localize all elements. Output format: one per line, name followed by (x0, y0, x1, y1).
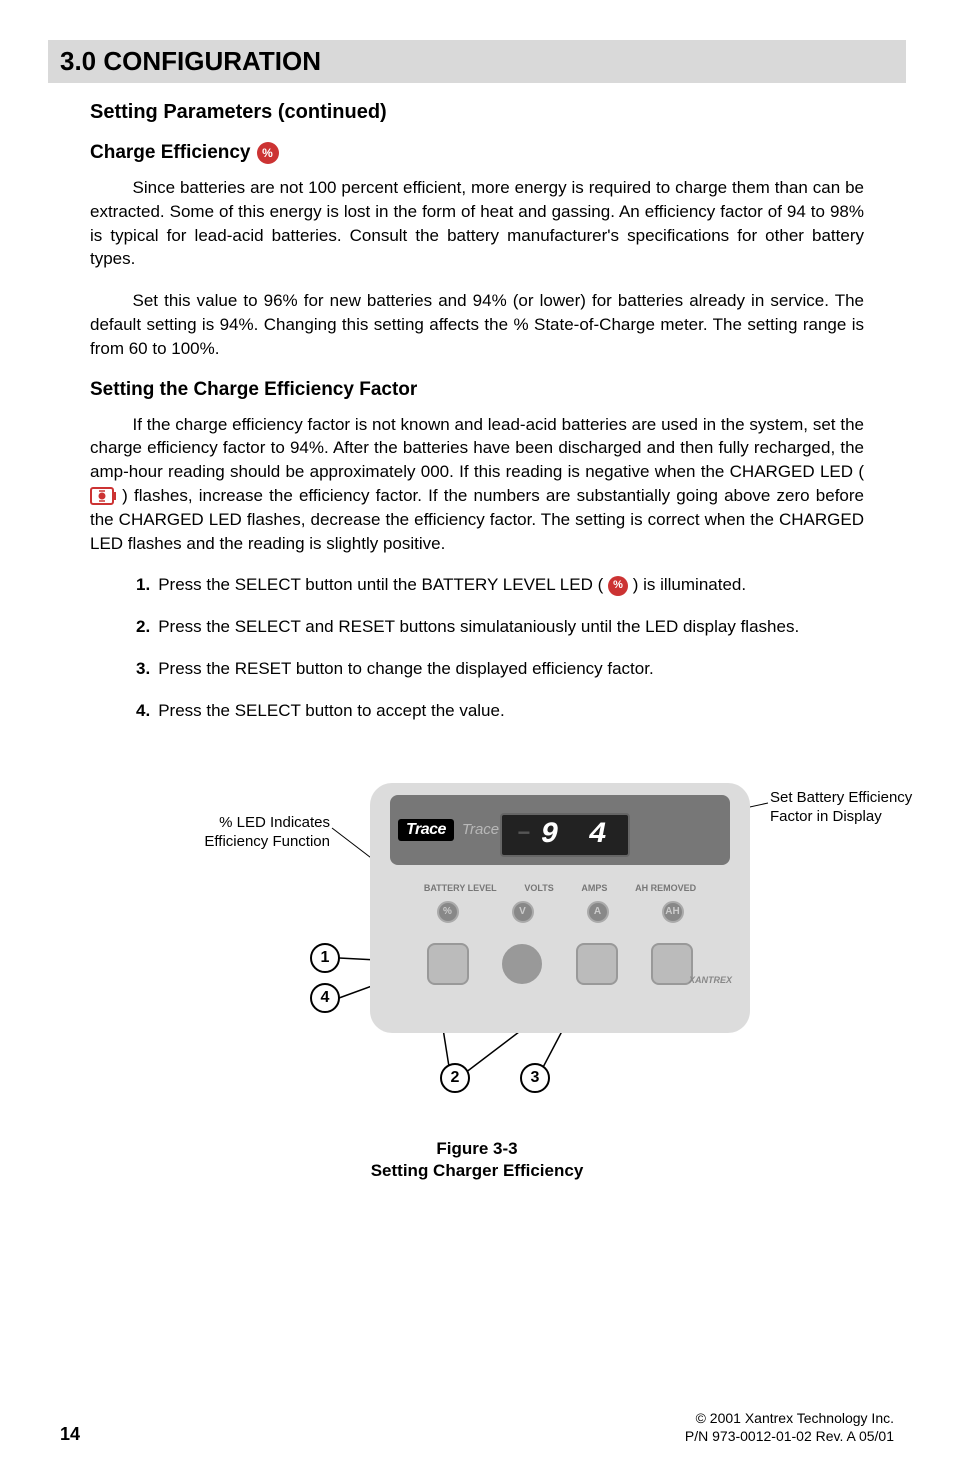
step-2: 2. Press the SELECT and RESET buttons si… (136, 615, 834, 639)
part-number-text: P/N 973-0012-01-02 Rev. A 05/01 (685, 1428, 894, 1444)
step-circle-3: 3 (520, 1063, 550, 1093)
callout-left-line2: Efficiency Function (204, 833, 330, 850)
select-button[interactable] (427, 943, 469, 985)
figure-caption-line1: Figure 3-3 (436, 1139, 517, 1158)
center-button[interactable] (502, 944, 542, 984)
step-number: 4. (136, 699, 150, 723)
step-2-text: Press the SELECT and RESET buttons simul… (158, 615, 799, 639)
lcd-display: 9 4 (500, 813, 630, 857)
callout-right-line2: Factor in Display (770, 808, 882, 825)
figure-3-3: % LED Indicates Efficiency Function Set … (90, 763, 864, 1183)
meter-labels-row: BATTERY LEVEL VOLTS AMPS AH REMOVED (410, 883, 710, 893)
step-4: 4. Press the SELECT button to accept the… (136, 699, 834, 723)
step-circle-1: 1 (310, 943, 340, 973)
subheading-charge-efficiency: Charge Efficiency % (90, 142, 864, 164)
reset-button[interactable] (576, 943, 618, 985)
led-ah-removed: AH (662, 901, 684, 923)
meter-leds-row: % V A AH (410, 901, 710, 923)
step-1-text-b: ) is illuminated. (633, 575, 746, 594)
page-number: 14 (60, 1424, 80, 1445)
step-number: 1. (136, 573, 150, 597)
step-1-text-a: Press the SELECT button until the BATTER… (158, 575, 603, 594)
paragraph-3b: ) flashes, increase the efficiency facto… (90, 486, 864, 553)
step-number: 2. (136, 615, 150, 639)
step-circle-4: 4 (310, 983, 340, 1013)
figure-caption: Figure 3-3 Setting Charger Efficiency (90, 1138, 864, 1182)
paragraph-2: Set this value to 96% for new batteries … (90, 289, 864, 360)
callout-right: Set Battery Efficiency Factor in Display (770, 788, 954, 827)
step-3: 3. Press the RESET button to change the … (136, 657, 834, 681)
step-3-text: Press the RESET button to change the dis… (158, 657, 654, 681)
led-battery-level: % (437, 901, 459, 923)
xantrex-label: XANTREX (689, 975, 732, 985)
trace-meter-device: Trace Trace Meter 9 4 BATTERY LEVEL VOLT… (370, 783, 750, 1033)
subheading-setting-factor: Setting the Charge Efficiency Factor (90, 379, 864, 401)
charge-efficiency-label: Charge Efficiency (90, 142, 251, 164)
percent-icon: % (257, 142, 279, 164)
callout-left: % LED Indicates Efficiency Function (150, 813, 330, 852)
paragraph-3a: If the charge efficiency factor is not k… (90, 415, 864, 482)
figure-caption-line2: Setting Charger Efficiency (371, 1161, 584, 1180)
extra-button[interactable] (651, 943, 693, 985)
label-amps: AMPS (581, 883, 607, 893)
label-volts: VOLTS (524, 883, 553, 893)
led-amps: A (587, 901, 609, 923)
led-volts: V (512, 901, 534, 923)
paragraph-1: Since batteries are not 100 percent effi… (90, 176, 864, 271)
charged-led-icon (90, 487, 116, 505)
callout-left-line1: % LED Indicates (219, 814, 330, 831)
copyright-text: © 2001 Xantrex Technology Inc. (696, 1410, 894, 1426)
step-4-text: Press the SELECT button to accept the va… (158, 699, 505, 723)
section-header: 3.0 CONFIGURATION (48, 40, 906, 83)
label-ah-removed: AH REMOVED (635, 883, 696, 893)
step-number: 3. (136, 657, 150, 681)
subheading-setting-parameters: Setting Parameters (continued) (90, 101, 864, 124)
meter-buttons-row (410, 943, 710, 985)
step-1: 1. Press the SELECT button until the BAT… (136, 573, 834, 597)
subheading-text: Setting Parameters (continued) (90, 101, 387, 123)
brand-logo: Trace (398, 819, 454, 841)
callout-right-line1: Set Battery Efficiency (770, 789, 912, 806)
setting-factor-label: Setting the Charge Efficiency Factor (90, 379, 417, 401)
percent-icon: % (608, 576, 628, 596)
steps-list: 1. Press the SELECT button until the BAT… (90, 573, 864, 722)
step-circle-2: 2 (440, 1063, 470, 1093)
paragraph-3: If the charge efficiency factor is not k… (90, 413, 864, 556)
page-footer: 14 © 2001 Xantrex Technology Inc. P/N 97… (60, 1409, 894, 1445)
label-battery-level: BATTERY LEVEL (424, 883, 497, 893)
